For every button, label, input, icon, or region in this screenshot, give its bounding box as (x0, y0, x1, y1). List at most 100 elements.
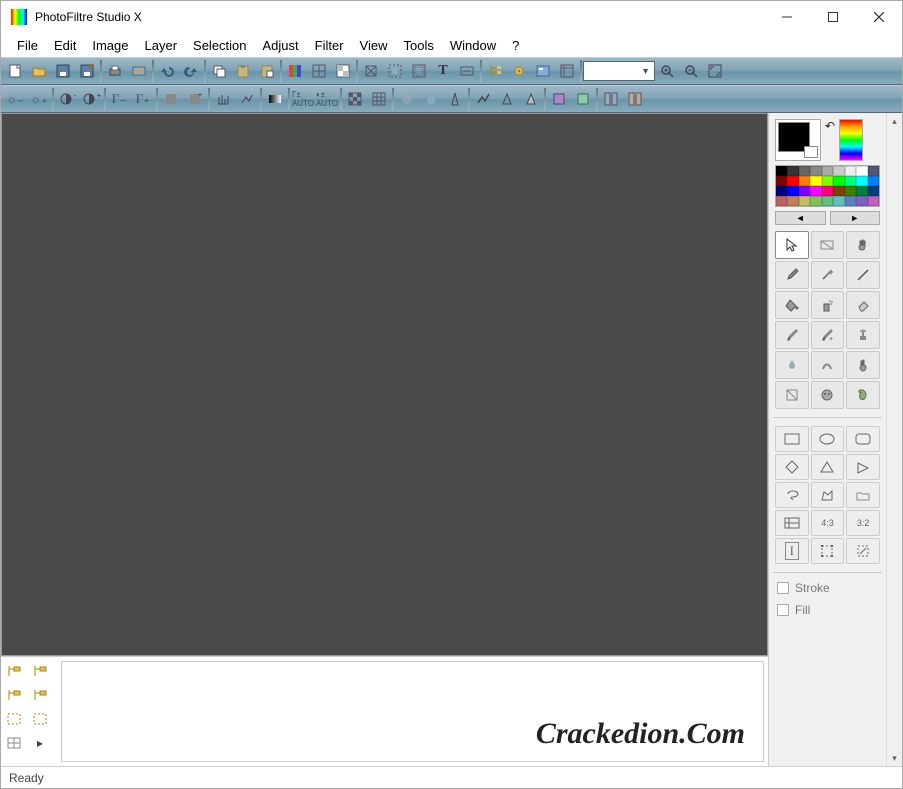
auto-levels-button[interactable]: Γ±AUTO (291, 88, 315, 110)
gamma-minus-button[interactable]: Γ₋ (107, 88, 131, 110)
tool-adv-brush[interactable]: + (811, 321, 845, 349)
tool-pan[interactable] (846, 231, 880, 259)
menu-selection[interactable]: Selection (185, 35, 254, 56)
menu-view[interactable]: View (352, 35, 396, 56)
shape-rect[interactable] (775, 426, 809, 452)
preferences-button[interactable] (555, 60, 579, 82)
menu-tools[interactable]: Tools (396, 35, 442, 56)
layer-new-button[interactable] (3, 685, 25, 705)
palette-swatch[interactable] (856, 176, 867, 186)
shape-ratio-32[interactable]: 3:2 (846, 510, 880, 536)
background-color[interactable] (804, 146, 818, 158)
blur-button[interactable] (419, 88, 443, 110)
minimize-button[interactable] (764, 2, 810, 32)
auto-contrast-button[interactable]: ◐±AUTO (315, 88, 339, 110)
color-spectrum[interactable] (839, 119, 863, 161)
photomask-button[interactable] (571, 88, 595, 110)
image-size-button[interactable] (359, 60, 383, 82)
menu-file[interactable]: File (9, 35, 46, 56)
layer-grid-button[interactable] (3, 733, 25, 753)
fg-bg-colors[interactable] (775, 119, 821, 161)
paste-new-button[interactable] (255, 60, 279, 82)
new-button[interactable] (3, 60, 27, 82)
scan-button[interactable] (127, 60, 151, 82)
plugins-button[interactable] (507, 60, 531, 82)
palette-swatch[interactable] (810, 166, 821, 176)
print-button[interactable] (103, 60, 127, 82)
layer-play-button[interactable]: ▸ (29, 733, 51, 753)
palette-swatch[interactable] (776, 166, 787, 176)
levels-button[interactable] (235, 88, 259, 110)
palette-swatch[interactable] (868, 196, 879, 206)
palette-swatch[interactable] (810, 196, 821, 206)
full-button[interactable] (703, 60, 727, 82)
palette-swatch[interactable] (776, 176, 787, 186)
contrast-plus-button[interactable]: + (79, 88, 103, 110)
maximize-button[interactable] (810, 2, 856, 32)
shape-triangle[interactable] (811, 454, 845, 480)
rgb-button[interactable] (283, 60, 307, 82)
gamma-plus-button[interactable]: Γ₊ (131, 88, 155, 110)
menu-edit[interactable]: Edit (46, 35, 84, 56)
palette-swatch[interactable] (845, 176, 856, 186)
fill-checkbox[interactable] (777, 604, 789, 616)
fit-button[interactable] (407, 60, 431, 82)
sat-minus-button[interactable] (159, 88, 183, 110)
tool-layer-manager[interactable] (811, 231, 845, 259)
contrast-minus-button[interactable]: - (55, 88, 79, 110)
palette-swatch[interactable] (787, 186, 798, 196)
palette-swatch[interactable] (776, 186, 787, 196)
save-button[interactable] (51, 60, 75, 82)
menu-image[interactable]: Image (84, 35, 136, 56)
tool-pipette[interactable] (775, 261, 809, 289)
redo-button[interactable] (179, 60, 203, 82)
module2-button[interactable] (623, 88, 647, 110)
undo-button[interactable] (155, 60, 179, 82)
brightness-minus-button[interactable]: ☼₋ (3, 88, 27, 110)
soften-button[interactable] (395, 88, 419, 110)
text-button[interactable]: T (431, 60, 455, 82)
palette-swatch[interactable] (787, 176, 798, 186)
palette-swatch[interactable] (799, 186, 810, 196)
tool-stamp[interactable] (846, 321, 880, 349)
palette-swatch[interactable] (868, 176, 879, 186)
shape-invert[interactable]: I (775, 538, 809, 564)
edge-button[interactable] (495, 88, 519, 110)
palette-next-button[interactable]: ► (830, 211, 881, 225)
layer-dup-button[interactable] (29, 685, 51, 705)
sat-plus-button[interactable]: + (183, 88, 207, 110)
palette-swatch[interactable] (833, 166, 844, 176)
palette-swatch[interactable] (845, 166, 856, 176)
stroke-option[interactable]: Stroke (777, 581, 878, 595)
shape-bounds[interactable] (811, 538, 845, 564)
palette-swatch[interactable] (868, 166, 879, 176)
variations-button[interactable] (547, 88, 571, 110)
palette-swatch[interactable] (856, 166, 867, 176)
tool-finger[interactable] (846, 351, 880, 379)
shape-wand-sel[interactable] (846, 538, 880, 564)
palette-swatch[interactable] (845, 186, 856, 196)
shape-lasso[interactable] (775, 482, 809, 508)
automation-button[interactable] (531, 60, 555, 82)
shape-diamond[interactable] (775, 454, 809, 480)
vertical-scrollbar[interactable]: ▴ ▾ (886, 113, 902, 766)
palette-swatch[interactable] (833, 176, 844, 186)
shape-ratio-free[interactable] (775, 510, 809, 536)
menu-adjust[interactable]: Adjust (255, 35, 307, 56)
palette-prev-button[interactable]: ◄ (775, 211, 826, 225)
menu-layer[interactable]: Layer (137, 35, 186, 56)
palette-swatch[interactable] (822, 166, 833, 176)
sharpen-button[interactable] (443, 88, 467, 110)
palette-swatch[interactable] (799, 176, 810, 186)
menu-help[interactable]: ? (504, 35, 527, 56)
palette-swatch[interactable] (799, 196, 810, 206)
palette-swatch[interactable] (822, 186, 833, 196)
scroll-down-icon[interactable]: ▾ (887, 750, 902, 766)
palette-swatch[interactable] (856, 186, 867, 196)
emboss-button[interactable] (519, 88, 543, 110)
shape-ellipse[interactable] (811, 426, 845, 452)
dither-button[interactable] (343, 88, 367, 110)
canvas-workspace[interactable] (1, 113, 768, 656)
tool-fill[interactable] (775, 291, 809, 319)
palette-swatch[interactable] (822, 196, 833, 206)
